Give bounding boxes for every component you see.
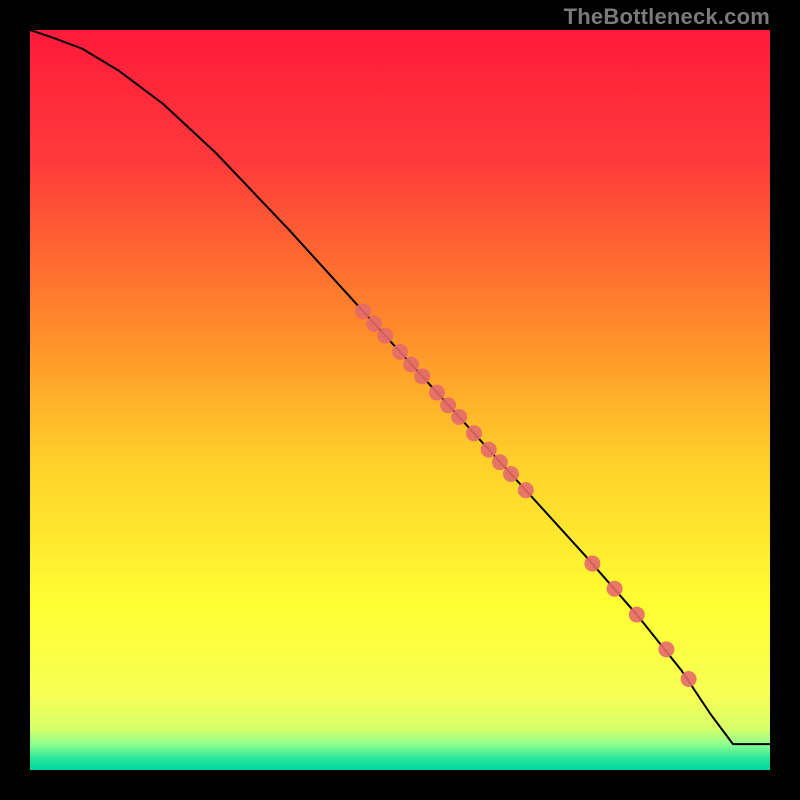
chart-svg	[30, 30, 770, 770]
chart-frame: TheBottleneck.com	[0, 0, 800, 800]
data-point	[414, 368, 430, 384]
data-point	[366, 316, 382, 332]
data-point	[377, 328, 393, 344]
data-point	[607, 581, 623, 597]
data-point	[392, 344, 408, 360]
data-point	[451, 409, 467, 425]
data-point	[658, 641, 674, 657]
plot-area	[30, 30, 770, 770]
data-point	[403, 356, 419, 372]
data-point	[355, 303, 371, 319]
data-point	[440, 397, 456, 413]
data-point	[466, 425, 482, 441]
data-point	[429, 385, 445, 401]
data-point	[492, 454, 508, 470]
data-point	[629, 607, 645, 623]
data-point	[518, 482, 534, 498]
data-point	[681, 671, 697, 687]
data-point	[481, 442, 497, 458]
watermark-text: TheBottleneck.com	[564, 4, 770, 30]
data-point	[503, 466, 519, 482]
gradient-background	[30, 30, 770, 770]
data-point	[584, 556, 600, 572]
